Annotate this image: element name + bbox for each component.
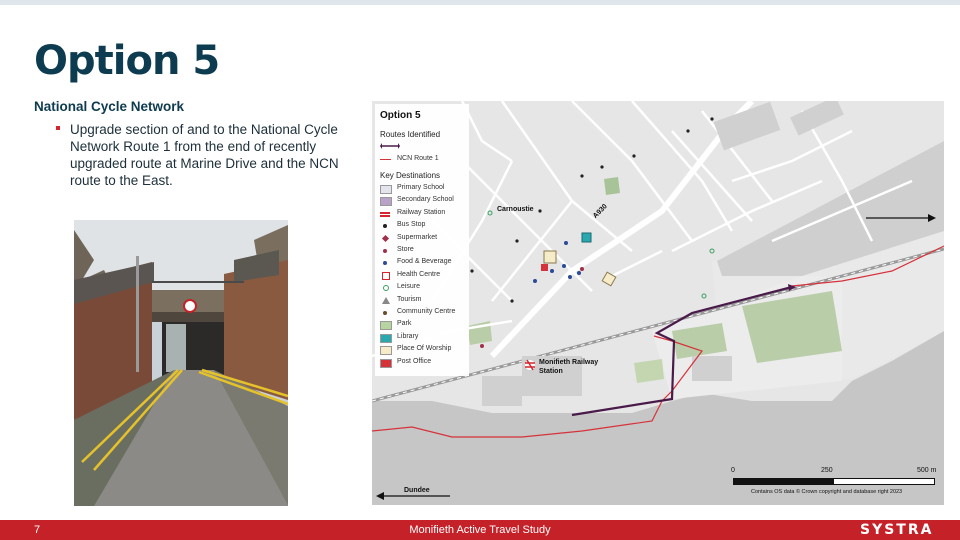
scale-bar: 0 250 500 m Contains OS data © Crown cop… (731, 467, 941, 499)
legend-item-label: Leisure (397, 283, 420, 291)
swatch-icon (380, 197, 392, 207)
swatch-icon (380, 346, 392, 356)
legend-item-label: Health Centre (397, 270, 441, 278)
rail-icon-icon (380, 211, 390, 214)
cross-icon (382, 271, 390, 280)
legend-item-label: Secondary School (397, 196, 454, 204)
legend-item: Bus Stop (380, 220, 470, 231)
legend-item-label: Store (397, 246, 414, 253)
legend-item: Food & Beverage (380, 257, 470, 268)
ring-icon (383, 285, 389, 292)
legend-item: Community Centre (380, 307, 470, 318)
legend-item: Leisure (380, 282, 470, 293)
label-station: Monifieth Railway Station (539, 359, 599, 375)
swatch-icon (380, 358, 392, 368)
legend-ncn-route: NCN Route 1 (380, 154, 470, 165)
legend-item-label: Park (397, 320, 412, 328)
swatch-icon (380, 185, 392, 194)
scale-end: 500 m (917, 467, 937, 474)
swatch-icon (380, 321, 392, 331)
legend-item-label: Tourism (397, 295, 422, 303)
ncn-line-icon (380, 159, 391, 160)
legend-item-label: Food & Beverage (397, 258, 452, 266)
dot-icon (383, 261, 387, 266)
legend-item: Railway Station (380, 208, 470, 219)
footer-title: Monifieth Active Travel Study (409, 524, 551, 536)
map-legend: Option 5 Routes Identified NCN Route 1 K… (375, 104, 469, 376)
scale-zero: 0 (731, 467, 735, 474)
diamond-icon (381, 234, 390, 242)
route-option-icon (380, 143, 400, 149)
slide-title: Option 5 (34, 38, 220, 84)
legend-item: Place Of Worship (380, 344, 470, 356)
legend-item-label: Railway Station (397, 208, 446, 216)
section-subtitle: National Cycle Network (34, 99, 185, 114)
routes-heading: Routes Identified (380, 130, 441, 139)
dot-icon (383, 249, 387, 253)
triangle-icon (382, 296, 390, 304)
scale-mid: 250 (821, 467, 833, 474)
legend-item: Secondary School (380, 195, 470, 207)
copyright-text: Contains OS data © Crown copyright and d… (751, 489, 903, 495)
legend-item-label: Post Office (397, 357, 432, 365)
legend-item: Primary School (380, 183, 470, 194)
key-heading: Key Destinations (380, 171, 441, 180)
legend-item-label: Primary School (397, 184, 445, 191)
swatch-icon (380, 333, 392, 343)
dot-icon (383, 224, 387, 229)
label-carnoustie: Carnoustie (497, 206, 534, 213)
legend-item-label: Supermarket (397, 233, 438, 241)
top-bar (0, 0, 960, 5)
legend-item: Park (380, 319, 470, 331)
bullet-text: Upgrade section of and to the National C… (70, 122, 339, 188)
legend-item: Post Office (380, 357, 470, 368)
legend-item: Health Centre (380, 270, 470, 281)
label-dundee: Dundee (404, 487, 430, 494)
legend-item-label: Place Of Worship (397, 345, 452, 353)
legend-item-label: Library (397, 332, 419, 340)
dot-icon (383, 311, 387, 315)
legend-item: Store (380, 245, 470, 256)
footer-bar: 7 Monifieth Active Travel Study SYSTRA (0, 520, 960, 540)
legend-title: Option 5 (380, 110, 421, 121)
systra-logo: SYSTRA (860, 522, 934, 538)
legend-item-label: Community Centre (397, 308, 456, 315)
legend-item: Tourism (380, 295, 470, 306)
legend-item: Supermarket (380, 233, 470, 244)
underpass-photo (74, 220, 288, 506)
bullet-marker (56, 126, 60, 130)
legend-item: Library (380, 332, 470, 343)
legend-item-label: Bus Stop (397, 221, 426, 229)
